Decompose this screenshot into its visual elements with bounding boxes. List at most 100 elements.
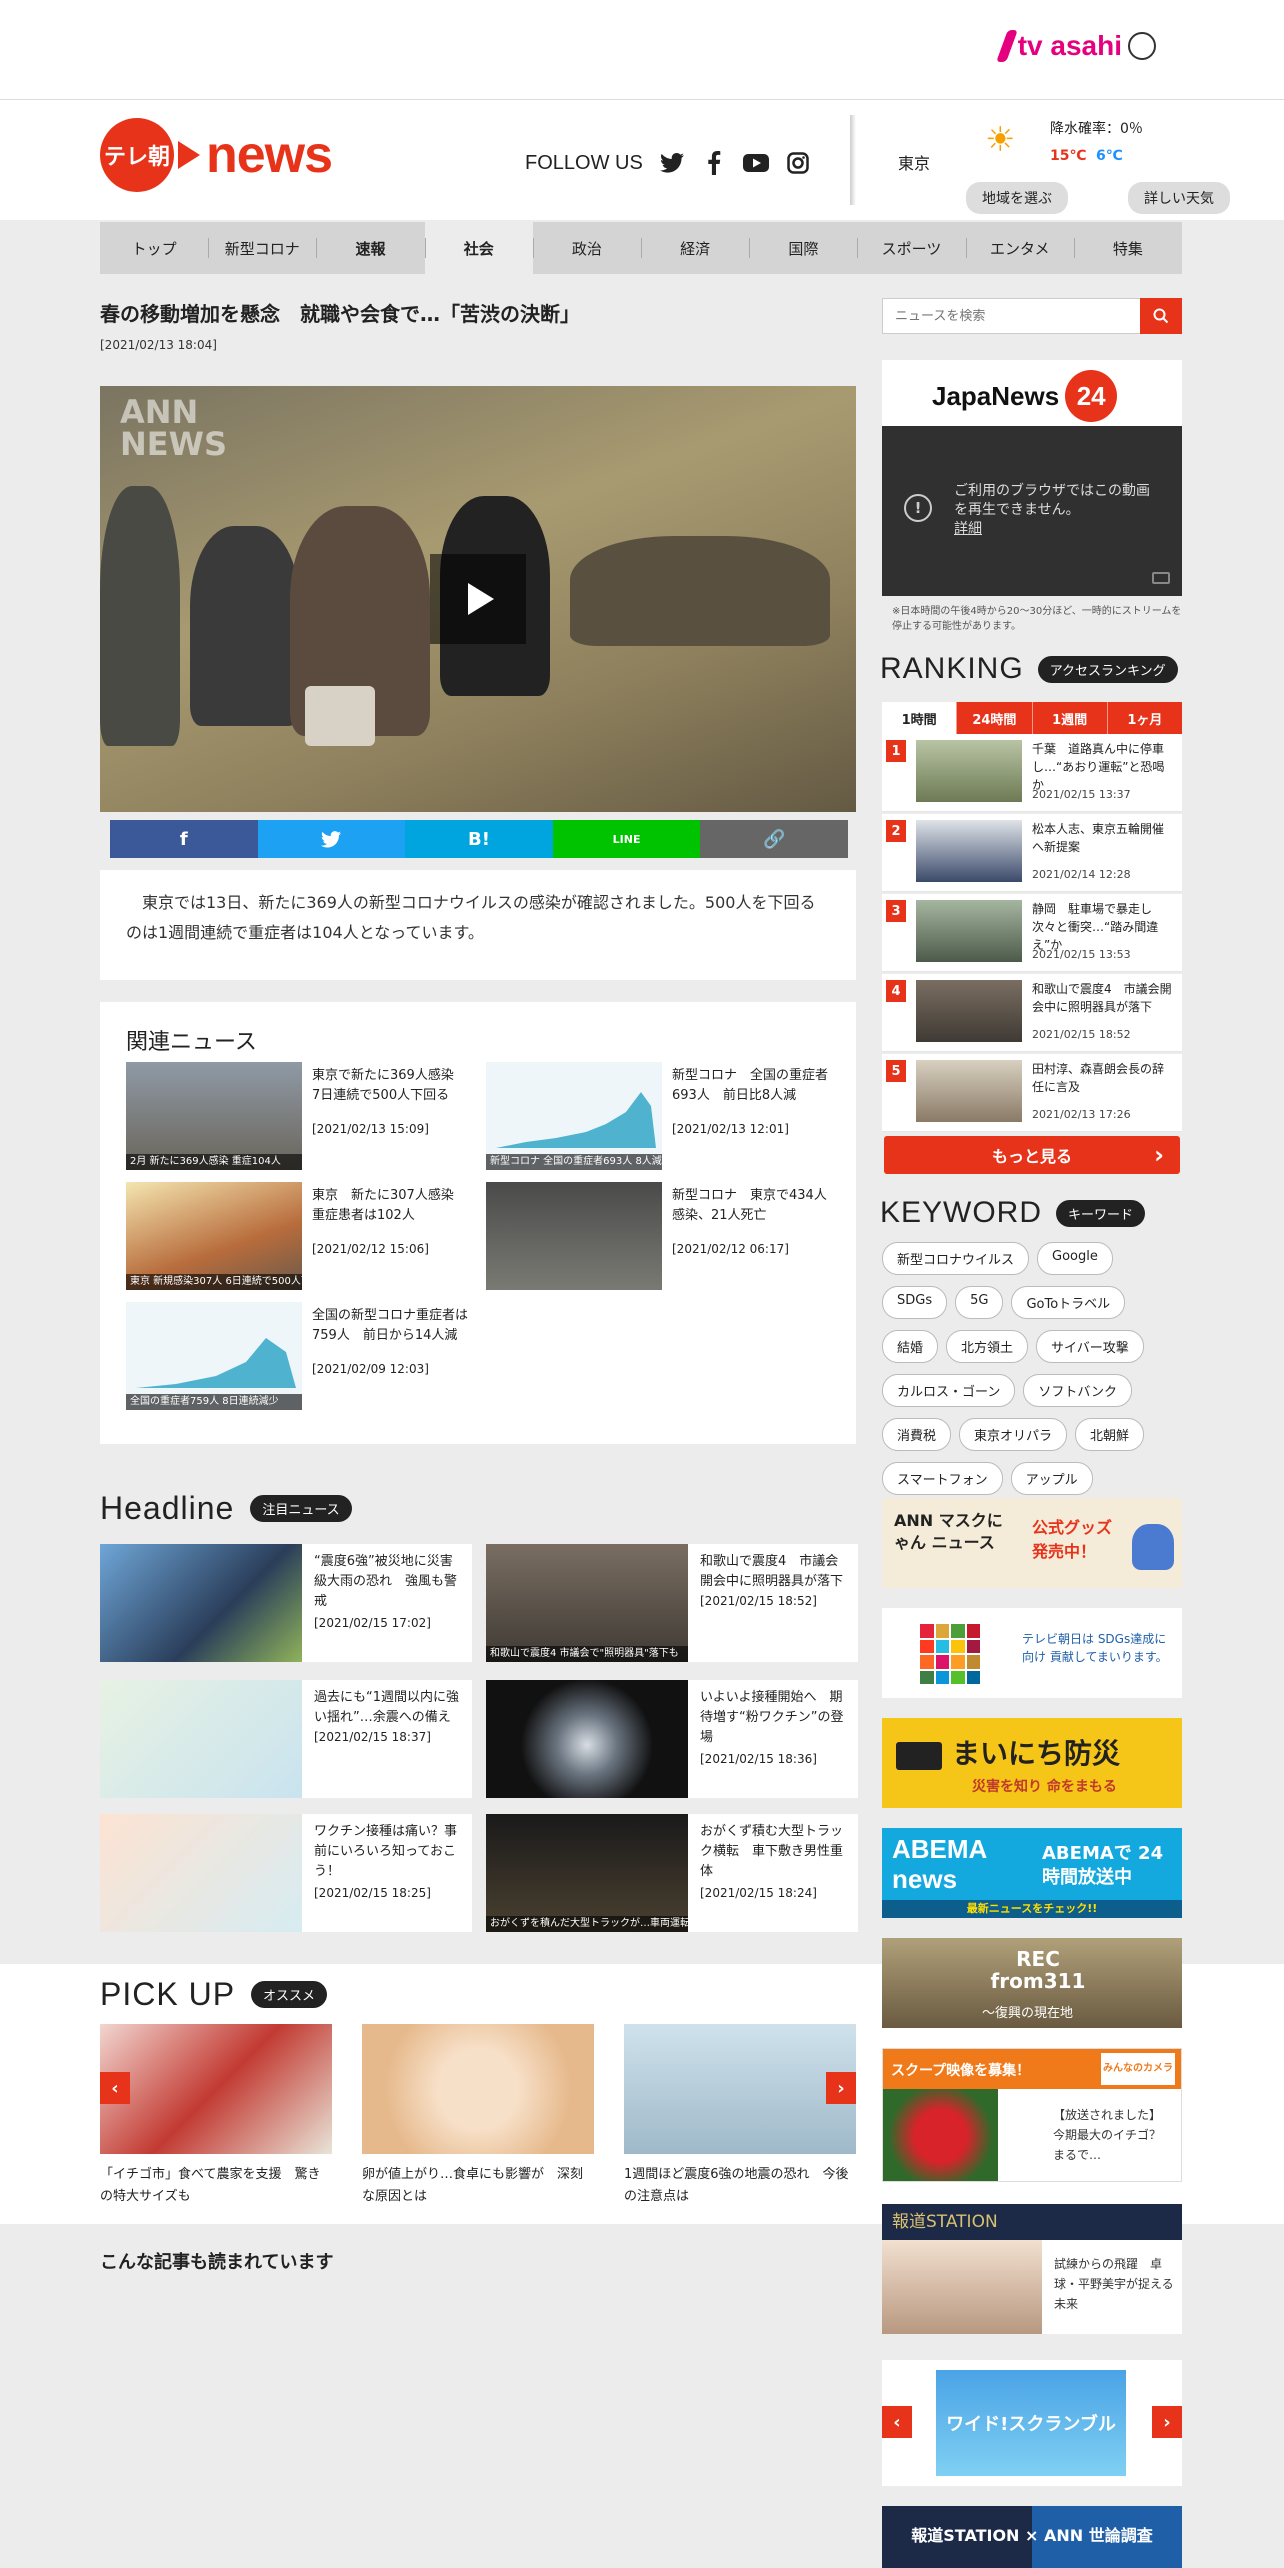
- headline-item[interactable]: ワクチン接種は痛い？事前にいろいろ知っておこう！ [2021/02/15 18:…: [100, 1814, 472, 1932]
- copy-link-icon[interactable]: 🔗: [700, 820, 848, 858]
- related-item[interactable]: 全国の重症者759人 8日連続減少 全国の新型コロナ重症者は759人 前日から1…: [126, 1302, 476, 1412]
- pickup-thumb: [624, 2024, 856, 2154]
- share-line-button[interactable]: LINE: [552, 820, 701, 858]
- sdgs-banner[interactable]: テレビ朝日は SDGs達成に向け 貢献してまいります。: [882, 1608, 1182, 1698]
- nav-economy[interactable]: 経済: [641, 222, 749, 274]
- headline-date: [2021/02/15 18:52]: [700, 1594, 817, 1608]
- search-icon[interactable]: [1140, 298, 1182, 334]
- scoop-banner[interactable]: スクープ映像を募集！ みんなのカメラ 【放送されました】今期最大のイチゴ？ まる…: [882, 2048, 1182, 2182]
- headline-thumb: [100, 1680, 302, 1798]
- headline-item[interactable]: おがくずを積んだ大型トラックが…車両運転手重体 おがくず積む大型トラック横転 車…: [486, 1814, 858, 1932]
- ranking-tab-24h[interactable]: 24時間: [956, 702, 1031, 734]
- headline-item[interactable]: 和歌山で震度4 市議会で"照明器具"落下も 和歌山で震度4 市議会開会中に照明器…: [486, 1544, 858, 1662]
- pickup-thumb: [100, 2024, 332, 2154]
- abema-banner[interactable]: ABEMA news ABEMAで 24時間放送中 最新ニュースをチェック!!: [882, 1828, 1182, 1918]
- video-player[interactable]: ANN NEWS: [100, 386, 856, 812]
- facebook-icon[interactable]: [701, 150, 727, 176]
- thumb-caption: 新型コロナ 全国の重症者693人 8人減: [486, 1154, 662, 1170]
- site-logo[interactable]: テレ朝 news: [100, 118, 333, 192]
- keyword-chip[interactable]: 5G: [955, 1286, 1004, 1319]
- ranking-tag: アクセスランキング: [1037, 655, 1178, 683]
- keyword-chip[interactable]: カルロス・ゴーン: [882, 1374, 1016, 1407]
- keyword-chip[interactable]: 新型コロナウイルス: [882, 1242, 1030, 1275]
- ranking-tab-1w[interactable]: 1週間: [1031, 702, 1107, 734]
- related-item[interactable]: 新型コロナ 全国の重症者693人 8人減 新型コロナ 全国の重症者693人 前日…: [486, 1062, 836, 1172]
- related-item[interactable]: 2月 新たに369人感染 重症104人 東京で新たに369人感染 7日連続で50…: [126, 1062, 476, 1172]
- rec311-banner[interactable]: REC from311 ～復興の現在地: [882, 1938, 1182, 2028]
- japanews24-widget: JapaNews 24 ! ご利用のブラウザではこの動画を再生できません。 詳細: [882, 360, 1182, 596]
- ranking-item[interactable]: 2 松本人志、東京五輪開催へ新提案 2021/02/14 12:28: [882, 814, 1182, 892]
- wide-title: ワイド!スクランブル: [936, 2370, 1126, 2476]
- share-hatena-button[interactable]: B!: [405, 820, 553, 858]
- keyword-chip[interactable]: ソフトバンク: [1023, 1374, 1133, 1407]
- keyword-chip[interactable]: Google: [1037, 1242, 1113, 1275]
- play-button[interactable]: [430, 554, 526, 644]
- related-item[interactable]: 新型コロナ 東京で434人感染、21人死亡 [2021/02/12 06:17]: [486, 1182, 836, 1292]
- pickup-next-button[interactable]: ›: [826, 2072, 856, 2104]
- youtube-icon[interactable]: [742, 150, 769, 176]
- ranking-tab-1h[interactable]: 1時間: [882, 702, 957, 734]
- banner-prev-button[interactable]: ‹: [882, 2406, 912, 2438]
- keyword-chip[interactable]: サイバー攻撃: [1036, 1330, 1144, 1363]
- ranking-item[interactable]: 5 田村淳、森喜朗会長の辞任に言及 2021/02/13 17:26: [882, 1054, 1182, 1132]
- keyword-chip[interactable]: 北朝鮮: [1075, 1418, 1145, 1451]
- player-error: ご利用のブラウザではこの動画を再生できません。: [954, 483, 1150, 518]
- nav-society[interactable]: 社会: [424, 222, 533, 274]
- ranking-item[interactable]: 4 和歌山で震度4 市議会開会中に照明器具が落下 2021/02/15 18:5…: [882, 974, 1182, 1052]
- sdgs-text: テレビ朝日は SDGs達成に向け 貢献してまいります。: [1022, 1632, 1168, 1664]
- twitter-icon[interactable]: [659, 150, 685, 176]
- banner-next-button[interactable]: ›: [1152, 2406, 1182, 2438]
- mask-nyan-banner[interactable]: ANN マスクにゃん ニュース 公式グッズ 発売中！: [882, 1498, 1182, 1588]
- select-region-button[interactable]: 地域を選ぶ: [966, 182, 1068, 214]
- wide-scramble-banner[interactable]: ワイド!スクランブル: [882, 2360, 1182, 2486]
- related-date: [2021/02/13 15:09]: [312, 1122, 429, 1136]
- weather-details-button[interactable]: 詳しい天気: [1128, 182, 1230, 214]
- ranking-item[interactable]: 3 静岡 駐車場で暴走し次々と衝突…“踏み間違え”か 2021/02/15 13…: [882, 894, 1182, 972]
- rank-number: 1: [886, 740, 906, 762]
- instagram-icon[interactable]: [785, 150, 811, 176]
- japanews-player[interactable]: ! ご利用のブラウザではこの動画を再生できません。 詳細: [882, 426, 1182, 596]
- keyword-chip[interactable]: アップル: [1010, 1462, 1093, 1495]
- article-date: [2021/02/13 18:04]: [100, 338, 217, 352]
- keyword-chip[interactable]: 結婚: [882, 1330, 939, 1363]
- pickup-tag: オススメ: [251, 1981, 328, 2008]
- logo-circle: テレ朝: [100, 118, 174, 192]
- survey-banner[interactable]: 報道STATION × ANN 世論調査: [882, 2506, 1182, 2568]
- hodo-station-banner[interactable]: 報道STATION 試練からの飛躍 卓球・平野美宇が捉える未来: [882, 2204, 1182, 2334]
- tvasahi-logo[interactable]: tv asahi: [995, 30, 1156, 62]
- headline-item[interactable]: いよいよ接種開始へ 期待増す“粉ワクチン”の登場 [2021/02/15 18:…: [486, 1680, 858, 1798]
- more-button[interactable]: もっと見る: [884, 1136, 1180, 1174]
- keyword-chip[interactable]: スマートフォン: [882, 1462, 1003, 1495]
- ranking-tab-1m[interactable]: 1ヶ月: [1106, 702, 1182, 734]
- player-details-link[interactable]: 詳細: [954, 520, 1154, 539]
- nav-breaking[interactable]: 速報: [316, 222, 424, 274]
- pickup-prev-button[interactable]: ‹: [100, 2072, 130, 2104]
- nav-features[interactable]: 特集: [1073, 222, 1182, 274]
- nav-sports[interactable]: スポーツ: [857, 222, 965, 274]
- keyword-chip[interactable]: 北方領土: [946, 1330, 1029, 1363]
- nav-top[interactable]: トップ: [100, 222, 208, 274]
- search-input[interactable]: [882, 298, 1140, 334]
- nav-corona[interactable]: 新型コロナ: [208, 222, 316, 274]
- headline-item[interactable]: 過去にも“1週間以内に強い揺れ”…余震への備え [2021/02/15 18:3…: [100, 1680, 472, 1798]
- rank-title: 静岡 駐車場で暴走し次々と衝突…“踏み間違え”か: [1032, 902, 1159, 952]
- share-facebook-button[interactable]: f: [110, 820, 258, 858]
- bousai-banner[interactable]: まいにち防災 災害を知り 命をまもる: [882, 1718, 1182, 1808]
- headline-item[interactable]: “震度6強”被災地に災害級大雨の恐れ 強風も警戒 [2021/02/15 17:…: [100, 1544, 472, 1662]
- keyword-chip[interactable]: 東京オリパラ: [959, 1418, 1068, 1451]
- nav-international[interactable]: 国際: [749, 222, 857, 274]
- keyword-chip[interactable]: GoToトラベル: [1011, 1286, 1126, 1319]
- keyword-chip[interactable]: SDGs: [882, 1286, 948, 1319]
- nav-entertainment[interactable]: エンタメ: [965, 222, 1074, 274]
- share-twitter-button[interactable]: [257, 820, 406, 858]
- ranking-item[interactable]: 1 千葉 道路真ん中に停車し…“あおり運転”と恐喝か 2021/02/15 13…: [882, 734, 1182, 812]
- headline-title: おがくず積む大型トラック横転 車下敷き男性重体: [700, 1824, 844, 1879]
- rank-title: 田村淳、森喜朗会長の辞任に言及: [1032, 1062, 1165, 1094]
- headline-thumb: [100, 1814, 302, 1932]
- rank-date: 2021/02/13 17:26: [1032, 1108, 1131, 1121]
- nav-politics[interactable]: 政治: [532, 222, 641, 274]
- keyword-chip[interactable]: 消費税: [882, 1418, 952, 1451]
- rank-date: 2021/02/15 18:52: [1032, 1028, 1131, 1041]
- related-item[interactable]: 東京 新規感染307人 6日連続で500人下回る 東京 新たに307人感染 重症…: [126, 1182, 476, 1292]
- temp-high: 15℃: [1050, 148, 1087, 164]
